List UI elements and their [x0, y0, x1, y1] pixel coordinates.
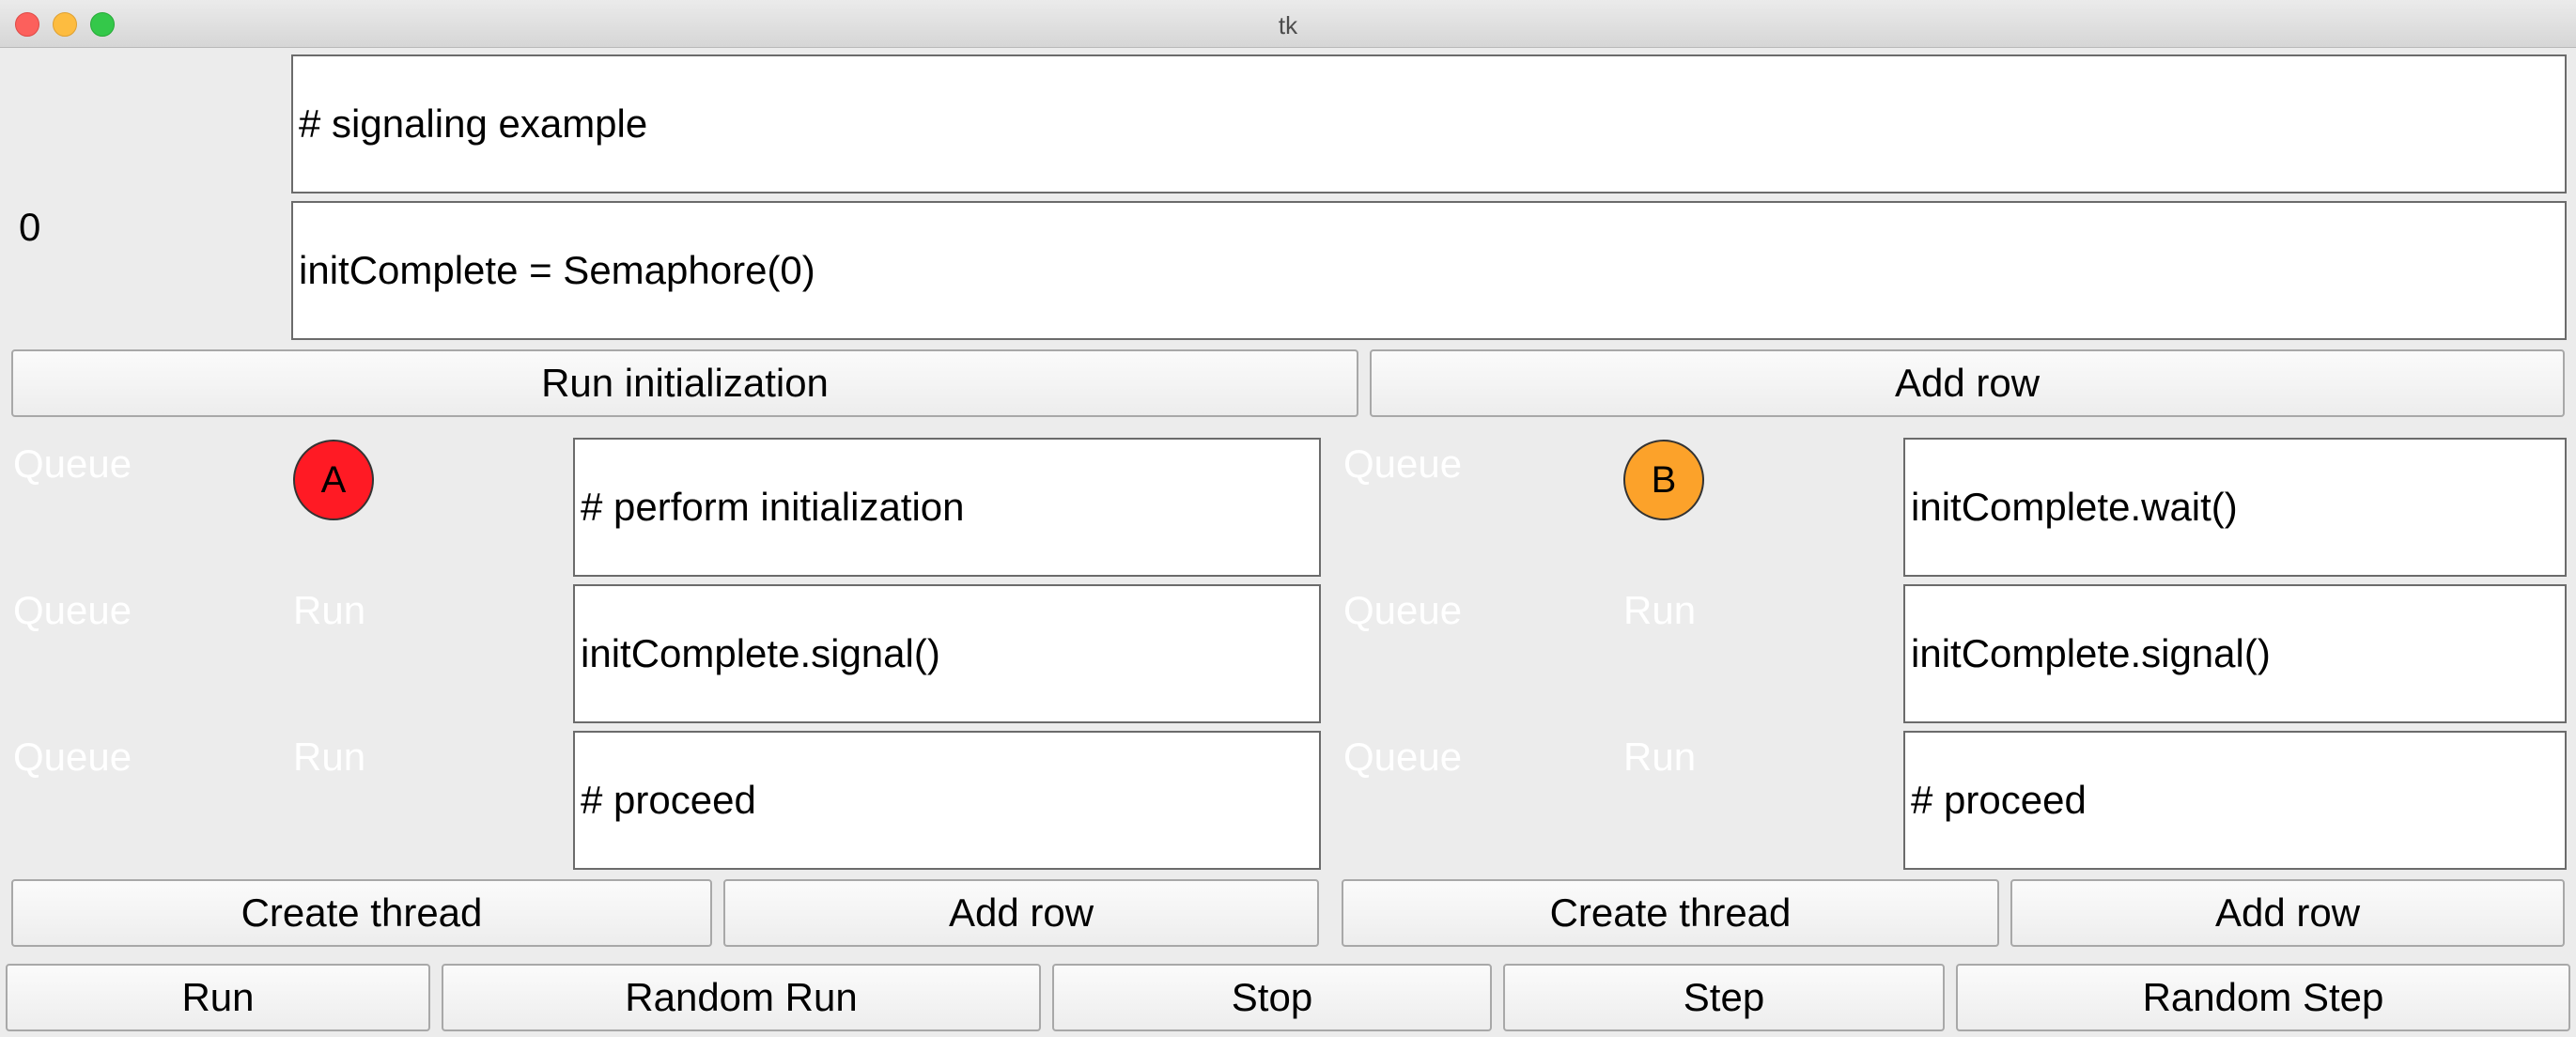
- thread-a-run-label-3: Run: [293, 735, 366, 779]
- run-initialization-button[interactable]: Run initialization: [11, 349, 1358, 417]
- title-bar[interactable]: tk: [0, 0, 2576, 48]
- thread-a-line-1[interactable]: # perform initialization: [573, 438, 1321, 577]
- stop-button[interactable]: Stop: [1052, 964, 1492, 1031]
- add-init-row-button[interactable]: Add row: [1370, 349, 2565, 417]
- thread-b-queue-label-1: Queue: [1343, 441, 1463, 486]
- run-button[interactable]: Run: [6, 964, 430, 1031]
- semaphore-counter: 0: [19, 205, 41, 249]
- init-line-1[interactable]: # signaling example: [291, 54, 2567, 193]
- random-step-button[interactable]: Random Step: [1956, 964, 2570, 1031]
- thread-b-line-2[interactable]: initComplete.signal(): [1903, 584, 2567, 723]
- app-window: tk 0 # signaling example initComplete = …: [0, 0, 2576, 1037]
- thread-a-line-2[interactable]: initComplete.signal(): [573, 584, 1321, 723]
- thread-b-queue-label-3: Queue: [1343, 735, 1463, 779]
- thread-b-queue-label-2: Queue: [1343, 588, 1463, 632]
- thread-b-create-thread-button[interactable]: Create thread: [1342, 879, 1999, 947]
- thread-b-line-3[interactable]: # proceed: [1903, 731, 2567, 870]
- thread-a-create-thread-button[interactable]: Create thread: [11, 879, 712, 947]
- thread-a-add-row-button[interactable]: Add row: [723, 879, 1319, 947]
- thread-b-indicator: B: [1623, 440, 1704, 520]
- thread-a-line-3[interactable]: # proceed: [573, 731, 1321, 870]
- random-run-button[interactable]: Random Run: [442, 964, 1041, 1031]
- step-button[interactable]: Step: [1503, 964, 1945, 1031]
- thread-b-run-label-2: Run: [1623, 588, 1697, 632]
- thread-a-indicator: A: [293, 440, 374, 520]
- window-title: tk: [1278, 11, 1298, 39]
- thread-b-run-label-3: Run: [1623, 735, 1697, 779]
- thread-a-queue-label-3: Queue: [13, 735, 132, 779]
- thread-a-queue-label-1: Queue: [13, 441, 132, 486]
- thread-b-line-1[interactable]: initComplete.wait(): [1903, 438, 2567, 577]
- thread-b-add-row-button[interactable]: Add row: [2010, 879, 2565, 947]
- init-line-2[interactable]: initComplete = Semaphore(0): [291, 201, 2567, 340]
- thread-a-run-label-2: Run: [293, 588, 366, 632]
- thread-a-queue-label-2: Queue: [13, 588, 132, 632]
